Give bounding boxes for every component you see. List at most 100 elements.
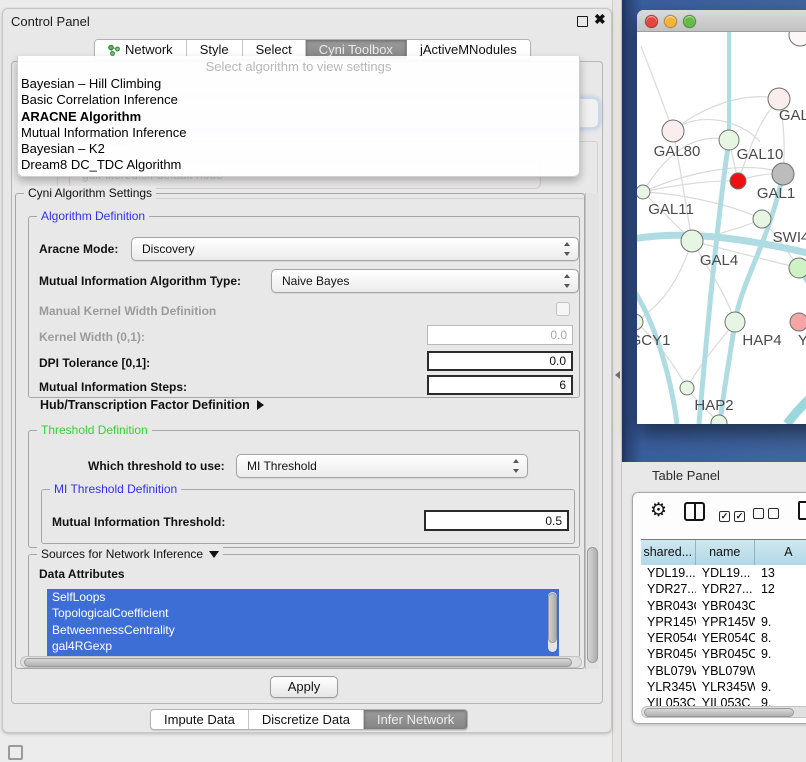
aracne-mode-value: Discovery — [142, 242, 195, 256]
attribute-item-betweennesscentrality[interactable]: BetweennessCentrality — [47, 622, 559, 638]
table-row[interactable]: YBR045CYBR045C9. — [641, 646, 806, 662]
zoom-traffic-light-icon[interactable] — [683, 15, 696, 28]
network-node-y[interactable] — [790, 313, 806, 331]
which-threshold-combobox[interactable]: MI Threshold — [236, 454, 528, 478]
settings-vscrollbar[interactable] — [585, 193, 599, 669]
settings-hscrollbar[interactable] — [20, 656, 582, 668]
minimize-traffic-light-icon[interactable] — [664, 15, 677, 28]
algorithm-option-aracne-algorithm[interactable]: ARACNE Algorithm — [18, 109, 579, 125]
table-row[interactable]: YLR345WYLR345W9. — [641, 679, 806, 695]
bottom-tab-discretize-data[interactable]: Discretize Data — [249, 710, 364, 729]
export-table-icon[interactable] — [798, 501, 806, 520]
panel-splitter[interactable] — [612, 0, 622, 762]
algorithm-option-bayesian-hill-climbing[interactable]: Bayesian – Hill Climbing — [18, 76, 579, 92]
table-row[interactable]: YDR27...YDR27...12 — [641, 581, 806, 597]
node-label-gal11: GAL11 — [648, 201, 694, 218]
bottom-tab-infer-network[interactable]: Infer Network — [364, 710, 467, 729]
table-row[interactable]: YER054CYER054C8. — [641, 630, 806, 646]
columns-icon[interactable] — [684, 502, 705, 521]
attributes-list-scrollbar[interactable] — [548, 592, 557, 652]
kernel-width-label: Kernel Width (0,1): — [39, 330, 145, 344]
node-label-y: Y — [798, 332, 806, 349]
algorithm-option-basic-correlation-inference[interactable]: Basic Correlation Inference — [18, 92, 579, 108]
mi-threshold-group-title: MI Threshold Definition — [50, 482, 181, 496]
mi-steps-field[interactable] — [427, 375, 573, 395]
table-column-a[interactable]: A — [755, 540, 806, 565]
node-label-gal10: GAL10 — [737, 146, 784, 163]
table-row[interactable]: YBL079WYBL079W — [641, 663, 806, 679]
dpi-tolerance-field[interactable] — [427, 351, 573, 371]
close-traffic-light-icon[interactable] — [645, 15, 658, 28]
table-header-row: shared...nameA — [641, 539, 806, 566]
mi-type-value: Naive Bayes — [282, 274, 349, 288]
cyni-algorithm-settings-group: Cyni Algorithm Settings Algorithm Defini… — [15, 193, 585, 669]
attribute-item-gal4rgexp[interactable]: gal4RGexp — [47, 638, 559, 654]
manual-kernel-checkbox[interactable] — [556, 302, 570, 316]
table-column-name[interactable]: name — [696, 540, 755, 565]
kernel-width-field[interactable] — [427, 325, 573, 345]
close-panel-button[interactable]: ✖ — [594, 11, 606, 28]
dropdown-placeholder: Select algorithm to view settings — [18, 57, 579, 76]
network-node-gal80[interactable] — [662, 120, 684, 142]
settings-vscrollbar-thumb[interactable] — [587, 547, 598, 663]
table-row[interactable]: YDL19...YDL19...13 — [641, 565, 806, 581]
network-node-gal4[interactable] — [681, 230, 703, 252]
screen: GAL80GAL10GAL11GAL1GAL4SWI4GAL7GCY1HAP4Y… — [0, 0, 806, 762]
table-row[interactable]: YBR043CYBR043C — [641, 598, 806, 614]
algorithm-option-bayesian-k2[interactable]: Bayesian – K2 — [18, 141, 579, 157]
select-all-checkboxes-icon[interactable]: ✓✓ — [719, 506, 749, 524]
hub-definition-label: Hub/Transcription Factor Definition — [40, 398, 250, 412]
sources-group-title[interactable]: Sources for Network Inference — [37, 547, 223, 561]
settings-group-title: Cyni Algorithm Settings — [24, 186, 156, 200]
settings-hscrollbar-thumb[interactable] — [24, 658, 572, 667]
which-threshold-value: MI Threshold — [247, 459, 317, 473]
network-node-gal1[interactable] — [753, 210, 771, 228]
table-column-shared[interactable]: shared... — [641, 540, 696, 565]
dock-panel-button[interactable] — [8, 745, 23, 760]
network-node-gal11[interactable] — [637, 185, 650, 199]
splitter-collapse-icon[interactable] — [615, 371, 620, 379]
table-window: ⚙ ✓✓ shared...nameA YDL19...YDL19...13YD… — [632, 492, 806, 724]
mi-threshold-field[interactable] — [424, 510, 569, 531]
deselect-all-checkboxes-icon[interactable] — [753, 506, 783, 524]
mi-type-combobox[interactable]: Naive Bayes — [271, 269, 579, 293]
network-nodes[interactable]: GAL80GAL10GAL11GAL1GAL4SWI4GAL7GCY1HAP4Y… — [637, 32, 806, 424]
network-node-hap2[interactable] — [680, 381, 694, 395]
aracne-mode-combobox[interactable]: Discovery — [131, 237, 579, 261]
network-node[interactable] — [730, 173, 746, 189]
bottom-tab-impute-data[interactable]: Impute Data — [151, 710, 249, 729]
attributes-list-scrollbar-thumb[interactable] — [548, 593, 557, 643]
mi-type-label: Mutual Information Algorithm Type: — [39, 274, 241, 288]
table-hscrollbar[interactable] — [641, 706, 806, 718]
algorithm-option-dream8-dc-tdc-algorithm[interactable]: Dream8 DC_TDC Algorithm — [18, 157, 579, 173]
mi-threshold-label: Mutual Information Threshold: — [52, 515, 225, 529]
combo-stepper-icon — [563, 242, 572, 256]
table-row[interactable]: YPR145WYPR145W9. — [641, 614, 806, 630]
dpi-tolerance-label: DPI Tolerance [0,1]: — [39, 356, 150, 370]
combo-stepper-icon — [512, 459, 521, 473]
apply-button[interactable]: Apply — [270, 676, 338, 698]
node-label-gcy1: GCY1 — [637, 332, 670, 349]
network-window-titlebar[interactable] — [637, 10, 806, 32]
algorithm-option-mutual-information-inference[interactable]: Mutual Information Inference — [18, 125, 579, 141]
sources-group: Sources for Network Inference Data Attri… — [28, 554, 580, 658]
hub-definition-toggle[interactable]: Hub/Transcription Factor Definition — [40, 398, 264, 412]
table-body: YDL19...YDL19...13YDR27...YDR27...12YBR0… — [641, 565, 806, 706]
table-hscrollbar-thumb[interactable] — [644, 708, 794, 717]
network-node-hap4[interactable] — [725, 312, 745, 332]
data-attributes-list: SelfLoopsTopologicalCoefficientBetweenne… — [47, 589, 559, 657]
threshold-definition-title: Threshold Definition — [37, 423, 152, 437]
gear-icon[interactable]: ⚙ — [650, 499, 667, 522]
network-node-swi4[interactable] — [789, 258, 806, 278]
table-row[interactable]: YIL053CYIL053C9. — [641, 695, 806, 706]
network-node[interactable] — [772, 163, 794, 185]
node-label-gal7: GAL7 — [779, 107, 806, 124]
network-canvas[interactable]: GAL80GAL10GAL11GAL1GAL4SWI4GAL7GCY1HAP4Y… — [637, 32, 806, 424]
float-window-button[interactable] — [577, 16, 588, 27]
table-panel-title: Table Panel — [652, 468, 720, 483]
data-attributes-label: Data Attributes — [39, 567, 125, 581]
attribute-item-selfloops[interactable]: SelfLoops — [47, 589, 559, 605]
attribute-item-topologicalcoefficient[interactable]: TopologicalCoefficient — [47, 605, 559, 621]
aracne-mode-label: Aracne Mode: — [39, 242, 118, 256]
network-node[interactable] — [789, 32, 806, 46]
